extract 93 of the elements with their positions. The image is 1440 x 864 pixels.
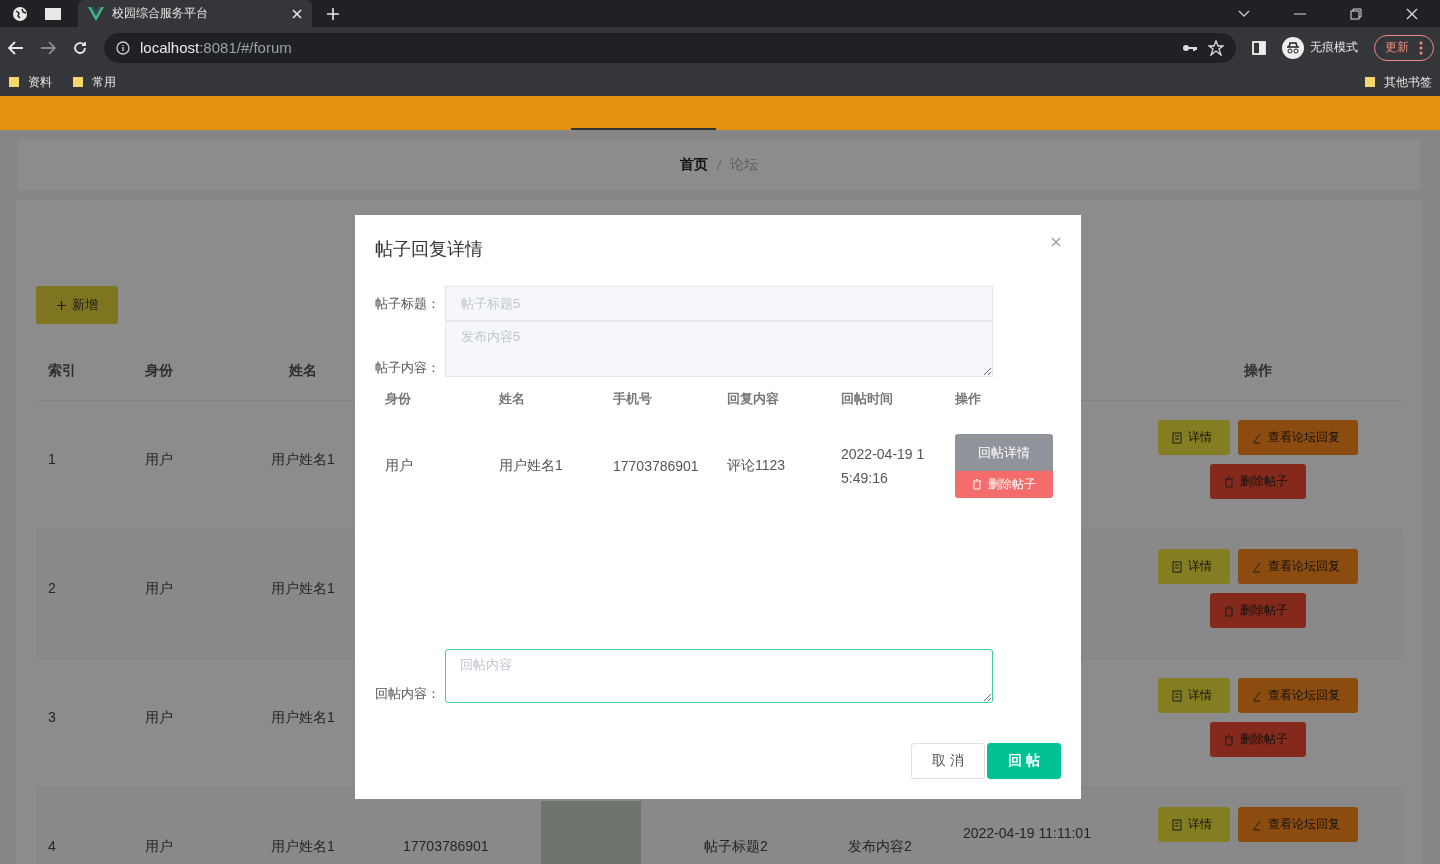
table-cell: 2 [48,580,56,596]
incognito-icon [1282,36,1304,59]
table-cell: 用户姓名1 [271,451,335,467]
sidebar-icon[interactable] [1252,40,1266,55]
folder-icon [72,76,84,88]
reload-icon[interactable] [72,39,88,56]
row-action-button[interactable]: 详情 [1157,678,1230,713]
pencil-icon [1251,560,1262,573]
breadcrumb-separator-icon [716,159,722,171]
bookmark-folder[interactable]: 其他书签 [1364,73,1432,91]
table-cell: 用户 [145,451,173,467]
url-text: localhost:8081/#/forum [140,39,292,56]
globe-icon [12,5,28,22]
table-cell: 4 [48,838,56,854]
table-cell: 帖子标题2 [704,838,768,854]
row-action-button[interactable]: 查看论坛回复 [1237,678,1358,713]
document-icon [1171,431,1182,444]
document-icon [1171,818,1182,831]
window-icon[interactable] [44,6,62,21]
table-cell: 用户姓名1 [271,709,335,725]
trash-icon [1223,604,1234,617]
incognito-badge[interactable]: 无痕模式 [1282,36,1358,59]
column-header: 回帖时间 [841,390,894,408]
row-action-button[interactable]: 详情 [1157,420,1230,455]
trash-icon [1223,733,1234,746]
table-cell: 17703786901 [403,838,489,854]
column-header: 姓名 [499,390,526,408]
plus-icon [56,300,66,310]
more-icon [1419,40,1423,55]
table-cell: 用户 [145,709,173,725]
browser-tab[interactable]: 校园综合服务平台 [78,0,312,27]
trash-icon [972,479,982,490]
table-cell: 用户 [145,838,173,854]
info-icon [116,40,130,55]
table-cell-text: 用户姓名1 [499,457,564,475]
field-label: 回帖内容： [375,685,441,703]
dialog-button[interactable]: 取 消 [911,743,985,779]
pencil-icon [1251,689,1262,702]
column-header: 身份 [385,390,412,408]
column-header: 索引 [48,361,76,380]
column-header: 身份 [145,361,173,380]
update-button[interactable]: 更新 [1374,34,1434,61]
dialog-button[interactable]: 回 帖 [987,743,1061,779]
folder-icon [1364,76,1376,88]
reply-action-button[interactable]: 回帖详情 [955,434,1053,471]
trash-icon [1223,475,1234,488]
column-header: 回复内容 [727,390,780,408]
address-bar[interactable]: localhost:8081/#/forum [104,32,1236,63]
document-icon [1171,689,1182,702]
row-action-button[interactable]: 详情 [1157,549,1230,584]
table-cell: 用户姓名1 [271,580,335,596]
row-action-button[interactable]: 删除帖子 [1209,593,1306,628]
table-cell: 用户 [145,580,173,596]
dialog-title: 帖子回复详情 [375,238,483,261]
column-header: 姓名 [288,361,317,380]
pencil-icon [1251,431,1262,444]
chevron-down-icon[interactable] [1238,9,1250,18]
column-header: 操作 [1243,361,1272,380]
column-header: 手机号 [613,390,653,408]
document-icon [1171,560,1182,573]
table-cell-text: 评论1123 [727,457,787,475]
v-logo-icon [88,6,104,21]
reply-action-button[interactable]: 删除帖子 [955,471,1053,498]
table-cell: 发布内容2 [848,838,912,854]
pencil-icon [1251,818,1262,831]
star-icon[interactable] [1208,39,1224,56]
table-cell: 1 [48,451,56,467]
add-button[interactable]: 新增 [36,286,118,324]
key-icon[interactable] [1182,42,1198,53]
table-cell: 用户姓名1 [271,838,335,854]
column-header: 操作 [955,390,982,408]
row-action-button[interactable]: 删除帖子 [1209,464,1306,499]
forward-icon[interactable] [40,40,56,55]
field-label: 帖子内容： [375,359,441,377]
folder-icon [8,76,20,88]
row-action-button[interactable]: 查看论坛回复 [1237,420,1358,455]
field-label: 帖子标题： [375,294,441,313]
restore-icon[interactable] [1350,7,1362,20]
table-cell-text: 2022-04-19 15:49:16 [841,445,926,488]
new-tab-icon[interactable] [326,6,340,21]
row-action-button[interactable]: 删除帖子 [1209,722,1306,757]
bookmark-folder[interactable]: 资料 [8,73,52,91]
table-cell: 3 [48,709,56,725]
bookmark-folder[interactable]: 常用 [72,73,116,91]
table-cell-text: 17703786901 [613,458,700,474]
breadcrumb-link[interactable]: 首页 [680,156,708,174]
minimize-icon[interactable] [1294,12,1306,15]
row-action-button[interactable]: 查看论坛回复 [1237,807,1358,842]
row-action-button[interactable]: 查看论坛回复 [1237,549,1358,584]
table-cell-text: 用户 [385,457,414,475]
row-action-button[interactable]: 详情 [1157,807,1230,842]
back-icon[interactable] [8,40,24,55]
table-cell-text: 2022-04-19 11:11:01 [963,825,1092,841]
